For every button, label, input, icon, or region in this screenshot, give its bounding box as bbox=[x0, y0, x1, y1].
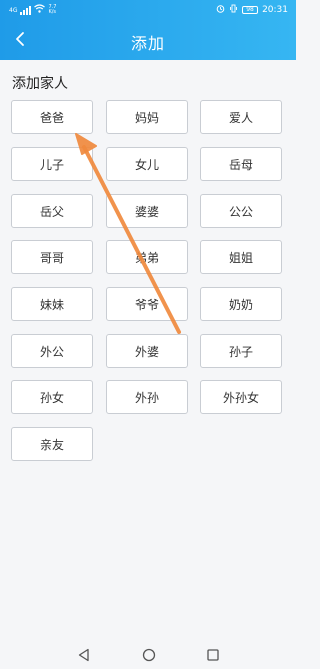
relation-chip[interactable]: 岳父 bbox=[11, 194, 93, 228]
relation-chip[interactable]: 岳母 bbox=[200, 147, 282, 181]
recent-square-icon bbox=[207, 649, 219, 661]
relation-chip[interactable]: 孙子 bbox=[200, 334, 282, 368]
relation-chip[interactable]: 婆婆 bbox=[106, 194, 188, 228]
relation-chip[interactable]: 爱人 bbox=[200, 100, 282, 134]
nav-home-button[interactable] bbox=[141, 647, 157, 663]
relation-chip[interactable]: 妹妹 bbox=[11, 287, 93, 321]
relation-chip[interactable]: 外婆 bbox=[106, 334, 188, 368]
nav-back-button[interactable] bbox=[76, 647, 92, 663]
system-nav-bar bbox=[0, 641, 296, 669]
relation-chip[interactable]: 儿子 bbox=[11, 147, 93, 181]
back-triangle-icon bbox=[78, 648, 89, 662]
relation-chip[interactable]: 奶奶 bbox=[200, 287, 282, 321]
relation-chip[interactable]: 外孙 bbox=[106, 380, 188, 414]
relation-chip[interactable]: 姐姐 bbox=[200, 240, 282, 274]
relation-chip[interactable]: 外孙女 bbox=[200, 380, 282, 414]
relation-grid: 爸爸 妈妈 爱人 儿子 女儿 岳母 岳父 婆婆 公公 哥哥 弟弟 姐姐 妹妹 爷… bbox=[0, 0, 296, 669]
relation-chip[interactable]: 外公 bbox=[11, 334, 93, 368]
relation-chip[interactable]: 哥哥 bbox=[11, 240, 93, 274]
home-circle-icon bbox=[142, 648, 156, 662]
relation-chip[interactable]: 孙女 bbox=[11, 380, 93, 414]
relation-chip[interactable]: 女儿 bbox=[106, 147, 188, 181]
nav-recent-button[interactable] bbox=[205, 647, 221, 663]
relation-chip[interactable]: 公公 bbox=[200, 194, 282, 228]
relation-chip[interactable]: 爸爸 bbox=[11, 100, 93, 134]
relation-chip[interactable]: 弟弟 bbox=[106, 240, 188, 274]
relation-chip[interactable]: 亲友 bbox=[11, 427, 93, 461]
relation-chip[interactable]: 爷爷 bbox=[106, 287, 188, 321]
relation-chip[interactable]: 妈妈 bbox=[106, 100, 188, 134]
